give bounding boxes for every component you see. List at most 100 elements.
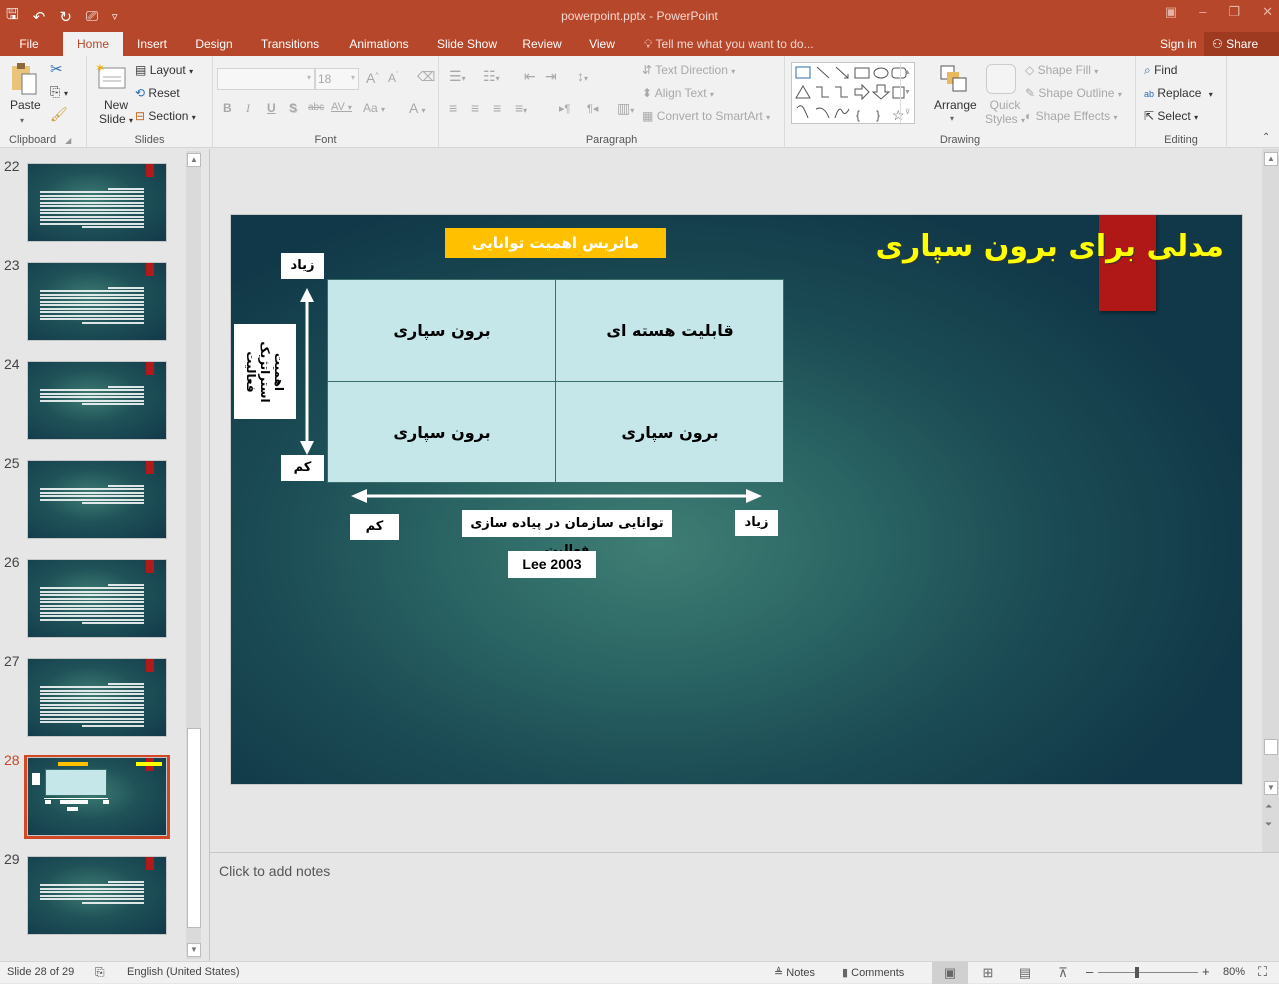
dialog-launcher-icon[interactable]: ◢ — [65, 136, 71, 145]
notes-placeholder[interactable]: Click to add notes — [219, 863, 330, 879]
slide-thumbnail[interactable] — [27, 361, 167, 440]
reading-view-button[interactable]: ▤ — [1007, 962, 1043, 984]
slide-thumbnail[interactable] — [27, 658, 167, 737]
italic-button[interactable]: I — [246, 101, 250, 116]
slideshow-button[interactable]: ⊼ — [1045, 962, 1081, 984]
tab-review[interactable]: Review — [518, 32, 566, 56]
shape-fill-button[interactable]: ◇ Shape Fill ▾ — [1025, 63, 1098, 77]
next-slide-icon[interactable]: ⏷ — [1265, 819, 1272, 830]
paste-icon[interactable] — [10, 62, 40, 96]
copy-icon[interactable]: ⎘ ▾ — [50, 84, 68, 100]
scroll-up-icon[interactable]: ▲ — [187, 153, 201, 167]
notes-toggle[interactable]: ≜ Notes — [774, 966, 815, 979]
columns-icon[interactable]: ▥▾ — [617, 100, 634, 117]
x-axis-low-label[interactable]: کم — [350, 514, 399, 540]
select-button[interactable]: ⇱ Select ▾ — [1144, 109, 1198, 123]
tab-slide-show[interactable]: Slide Show — [430, 32, 504, 56]
quick-styles-icon[interactable] — [986, 64, 1016, 94]
shape-effects-button[interactable]: ◐ Shape Effects ▾ — [1025, 109, 1117, 123]
restore-icon[interactable]: ❐ — [1228, 4, 1240, 20]
notes-pane[interactable]: Click to add notes — [210, 852, 1279, 961]
slide-thumbnail[interactable] — [27, 559, 167, 638]
line-spacing-icon[interactable]: ↕▾ — [577, 68, 588, 84]
close-icon[interactable]: ✕ — [1262, 4, 1273, 20]
language-indicator[interactable]: English (United States) — [127, 966, 240, 978]
paste-dropdown-icon[interactable]: ▾ — [20, 116, 24, 125]
slide-thumbnail[interactable] — [27, 757, 167, 836]
tab-view[interactable]: View — [582, 32, 622, 56]
rtl-icon[interactable]: ¶◂ — [587, 102, 598, 115]
sign-in-link[interactable]: Sign in — [1160, 32, 1197, 56]
arrange-icon[interactable] — [939, 64, 969, 97]
y-axis-title-box[interactable]: اهمیت استراتژیک فعالیت — [234, 324, 296, 419]
x-axis-arrow[interactable] — [351, 489, 762, 503]
align-left-icon[interactable]: ≡ — [449, 100, 457, 116]
tab-animations[interactable]: Animations — [340, 32, 418, 56]
layout-button[interactable]: ▤ Layout ▾ — [135, 63, 193, 77]
y-axis-high-label[interactable]: زیاد — [281, 253, 324, 279]
change-case-button[interactable]: Aa ▾ — [363, 101, 385, 115]
zoom-slider-handle[interactable] — [1134, 967, 1139, 978]
zoom-out-button[interactable]: – — [1086, 964, 1093, 979]
zoom-level[interactable]: 80% — [1223, 966, 1245, 978]
cut-icon[interactable]: ✂ — [50, 60, 63, 78]
increase-indent-icon[interactable]: ⇥ — [545, 68, 557, 85]
scroll-down-icon[interactable]: ▼ — [1264, 781, 1278, 795]
tab-file[interactable]: File — [8, 32, 50, 56]
font-size-input[interactable]: 18 ▾ — [315, 68, 359, 90]
zoom-slider[interactable] — [1098, 972, 1198, 973]
font-name-input[interactable]: ▾ — [217, 68, 315, 90]
slide-scrollbar[interactable]: ▲ ▼ ⏶ ⏷ — [1262, 149, 1279, 852]
justify-icon[interactable]: ≡▾ — [515, 100, 527, 116]
spell-check-icon[interactable]: ⎘ — [95, 965, 105, 980]
align-center-icon[interactable]: ≡ — [471, 100, 479, 116]
citation-label[interactable]: Lee 2003 — [508, 551, 596, 578]
gallery-scroll[interactable]: ▲ ▼ ⊽ — [900, 63, 914, 125]
tab-transitions[interactable]: Transitions — [254, 32, 326, 56]
reset-button[interactable]: ⟲ Reset — [135, 86, 180, 100]
shapes-gallery[interactable]: { } ☆ ▲ ▼ ⊽ — [791, 62, 915, 125]
text-direction-button[interactable]: ⇵ Text Direction ▾ — [642, 63, 735, 77]
arrange-dropdown-icon[interactable]: ▾ — [950, 114, 954, 123]
fit-to-window-icon[interactable]: ⛶ — [1258, 964, 1267, 980]
clear-formatting-icon[interactable]: ⌫ — [417, 69, 435, 85]
panel-splitter[interactable] — [203, 149, 210, 961]
format-painter-icon[interactable]: 🖌︎ — [50, 106, 68, 123]
minimize-icon[interactable]: – — [1199, 4, 1206, 20]
new-slide-button[interactable]: New Slide ▾ — [99, 98, 133, 128]
scrollbar-thumb[interactable] — [1264, 739, 1278, 755]
y-axis-arrow[interactable] — [300, 288, 314, 455]
font-color-button[interactable]: A ▾ — [409, 100, 425, 116]
x-axis-high-label[interactable]: زیاد — [735, 510, 778, 536]
section-button[interactable]: ⊟ Section ▾ — [135, 109, 196, 123]
ltr-icon[interactable]: ▸¶ — [559, 102, 570, 115]
slide-thumbnail[interactable] — [27, 262, 167, 341]
slide-sorter-button[interactable]: ⊞ — [970, 962, 1006, 984]
y-axis-low-label[interactable]: کم — [281, 455, 324, 481]
bold-button[interactable]: B — [223, 101, 232, 115]
align-text-button[interactable]: ⬍ Align Text ▾ — [642, 86, 714, 100]
scroll-up-icon[interactable]: ▲ — [1264, 152, 1278, 166]
slide-thumbnail[interactable] — [27, 460, 167, 539]
share-button[interactable]: ⚇ Share — [1204, 32, 1279, 56]
comments-toggle[interactable]: ▮ Comments — [842, 966, 904, 979]
tell-me-search[interactable]: 💡︎ Tell me what you want to do... — [644, 32, 814, 56]
bullets-icon[interactable]: ☰▾ — [449, 68, 466, 85]
collapse-ribbon-icon[interactable]: ⌃ — [1262, 132, 1270, 143]
previous-slide-icon[interactable]: ⏶ — [1265, 801, 1272, 812]
zoom-in-button[interactable]: + — [1202, 964, 1210, 979]
arrange-button[interactable]: Arrange — [934, 98, 977, 112]
thumbnails-scrollbar[interactable]: ▲ ▼ — [186, 151, 201, 959]
slide-thumbnail[interactable] — [27, 163, 167, 242]
replace-button[interactable]: ab Replace ▾ — [1144, 86, 1213, 100]
underline-button[interactable]: U — [267, 101, 276, 115]
character-spacing-button[interactable]: AV ▾ — [331, 101, 352, 113]
grow-font-button[interactable]: A^ — [366, 70, 379, 86]
shadow-button[interactable]: S — [289, 101, 297, 115]
slide-thumbnail[interactable] — [27, 856, 167, 935]
tab-design[interactable]: Design — [188, 32, 240, 56]
find-button[interactable]: ⌕ Find — [1144, 63, 1177, 78]
scroll-down-icon[interactable]: ▼ — [187, 943, 201, 957]
align-right-icon[interactable]: ≡ — [493, 100, 501, 116]
new-slide-icon[interactable]: ✶ — [95, 61, 127, 90]
